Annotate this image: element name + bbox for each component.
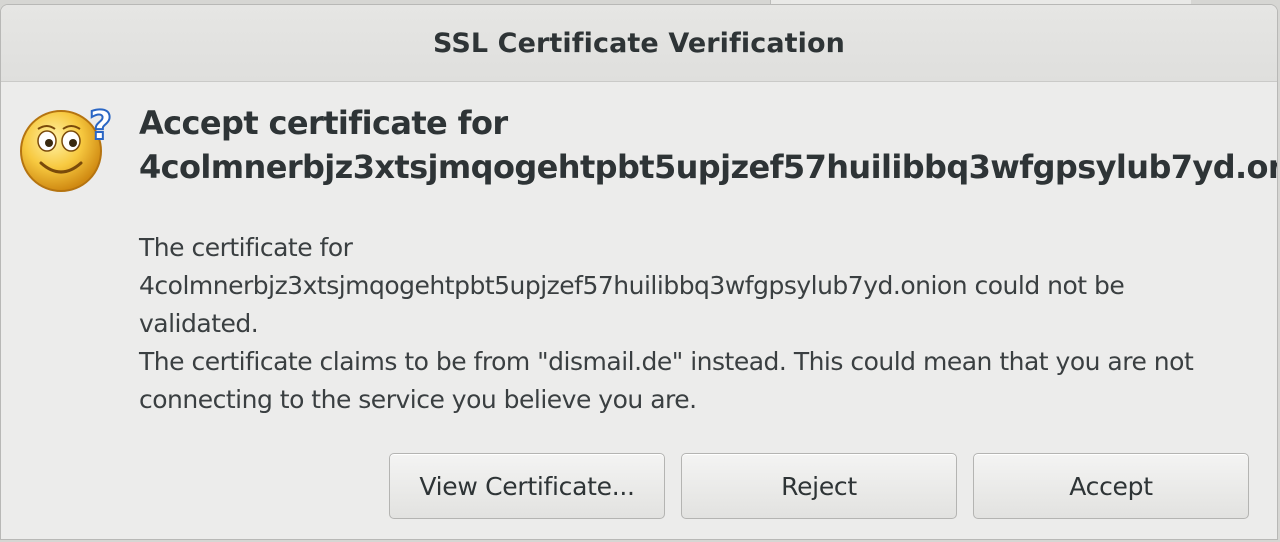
dialog-message: The certificate for 4colmnerbjz3xtsjmqog… — [139, 229, 1269, 419]
heading-line-2: 4colmnerbjz3xtsjmqogehtpbt5upjzef57huili… — [139, 148, 1278, 186]
dialog-heading: Accept certificate for 4colmnerbjz3xtsjm… — [139, 101, 1278, 189]
message-line: connecting to the service you believe yo… — [139, 385, 697, 414]
heading-line-1: Accept certificate for — [139, 104, 508, 142]
dialog-title: SSL Certificate Verification — [433, 27, 845, 59]
message-line: 4colmnerbjz3xtsjmqogehtpbt5upjzef57huili… — [139, 271, 1125, 300]
view-certificate-button[interactable]: View Certificate... — [389, 453, 665, 519]
message-line: validated. — [139, 309, 259, 338]
ssl-verification-dialog: SSL Certificate Verification ? Accept ce… — [0, 4, 1278, 540]
message-line: The certificate claims to be from "disma… — [139, 347, 1194, 376]
reject-button[interactable]: Reject — [681, 453, 957, 519]
dialog-titlebar[interactable]: SSL Certificate Verification — [1, 5, 1277, 82]
smiley-question-icon: ? — [19, 101, 119, 197]
message-line: The certificate for — [139, 233, 353, 262]
accept-button[interactable]: Accept — [973, 453, 1249, 519]
svg-text:?: ? — [89, 103, 112, 149]
